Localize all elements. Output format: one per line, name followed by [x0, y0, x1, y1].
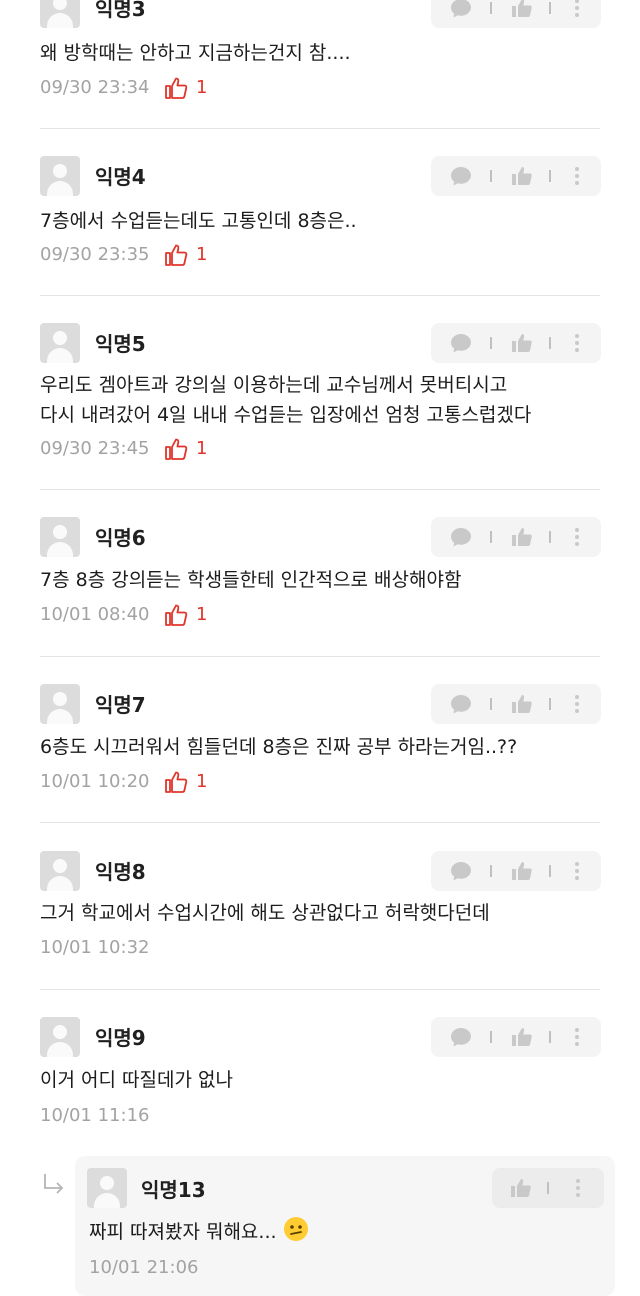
avatar[interactable]	[40, 851, 80, 891]
timestamp: 10/01 08:40	[40, 604, 150, 625]
comment-divider	[40, 822, 600, 823]
thumbs-up-icon[interactable]	[509, 1176, 533, 1200]
vertical-dots-icon[interactable]	[565, 164, 589, 188]
divider	[549, 531, 551, 543]
thumbs-up-icon[interactable]	[510, 1025, 534, 1049]
speech-bubble-icon[interactable]	[449, 0, 473, 20]
reply-text: 짜피 따져봤자 뭐해요...	[89, 1216, 309, 1251]
speech-bubble-icon[interactable]	[449, 859, 473, 883]
comment-text: 그거 학교에서 수업시간에 해도 상관없다고 허락햇다던데	[40, 902, 490, 924]
nickname: 익명3	[95, 0, 146, 21]
comment-actions	[431, 1017, 601, 1057]
vertical-dots-icon[interactable]	[565, 0, 589, 20]
thumbs-up-icon[interactable]	[510, 331, 534, 355]
nickname: 익명6	[95, 526, 146, 550]
like-count: 1	[196, 438, 208, 459]
speech-bubble-icon[interactable]	[449, 1025, 473, 1049]
vertical-dots-icon[interactable]	[565, 331, 589, 355]
like-count: 1	[196, 771, 208, 792]
timestamp: 10/01 10:32	[40, 937, 150, 958]
avatar[interactable]	[40, 323, 80, 363]
divider	[549, 2, 551, 14]
divider	[490, 531, 492, 543]
comment-actions	[492, 1168, 604, 1208]
avatar[interactable]	[87, 1168, 127, 1208]
comment-text: 우리도 겜아트과 강의실 이용하는데 교수님께서 못버티시고	[40, 374, 508, 396]
divider	[549, 698, 551, 710]
timestamp: 10/01 10:20	[40, 771, 150, 792]
nickname: 익명4	[95, 165, 146, 189]
confused-face-icon	[283, 1216, 309, 1251]
speech-bubble-icon[interactable]	[449, 331, 473, 355]
like-count: 1	[196, 244, 208, 265]
comment-text: 7층에서 수업듣는데도 고통인데 8층은..	[40, 210, 357, 232]
reply-box: 익명13 짜피 따져봤자 뭐해요... 10/01 21:06	[75, 1156, 615, 1296]
speech-bubble-icon[interactable]	[449, 525, 473, 549]
divider	[490, 1031, 492, 1043]
comment-divider	[40, 489, 600, 490]
timestamp: 10/01 11:16	[40, 1105, 150, 1126]
vertical-dots-icon[interactable]	[565, 859, 589, 883]
vertical-dots-icon[interactable]	[565, 525, 589, 549]
comment-actions	[431, 0, 601, 28]
divider	[549, 337, 551, 349]
nickname: 익명8	[95, 860, 146, 884]
like-count: 1	[196, 604, 208, 625]
avatar[interactable]	[40, 0, 80, 28]
divider	[549, 170, 551, 182]
heart-outline-icon	[163, 242, 193, 268]
avatar[interactable]	[40, 1017, 80, 1057]
vertical-dots-icon[interactable]	[566, 1176, 590, 1200]
divider	[490, 2, 492, 14]
divider	[490, 865, 492, 877]
thumbs-up-icon[interactable]	[510, 164, 534, 188]
comment-divider	[40, 656, 600, 657]
comment-text: 다시 내려갔어 4일 내내 수업듣는 입장에선 엄청 고통스럽겠다	[40, 404, 532, 426]
divider	[547, 1182, 549, 1194]
comment-actions	[431, 517, 601, 557]
nickname: 익명7	[95, 693, 146, 717]
divider	[549, 865, 551, 877]
avatar[interactable]	[40, 517, 80, 557]
reply-arrow-icon	[40, 1170, 68, 1198]
thumbs-up-icon[interactable]	[510, 0, 534, 20]
thumbs-up-icon[interactable]	[510, 525, 534, 549]
comment-actions	[431, 323, 601, 363]
vertical-dots-icon[interactable]	[565, 1025, 589, 1049]
timestamp: 10/01 21:06	[89, 1257, 199, 1278]
heart-outline-icon	[163, 75, 193, 101]
avatar[interactable]	[40, 156, 80, 196]
avatar[interactable]	[40, 684, 80, 724]
comment-text: 이거 어디 따질데가 없나	[40, 1069, 233, 1091]
comment-divider	[40, 128, 600, 129]
heart-outline-icon	[163, 602, 193, 628]
like-count: 1	[196, 77, 208, 98]
heart-outline-icon	[163, 769, 193, 795]
divider	[490, 170, 492, 182]
comment-text: 6층도 시끄러워서 힘들던데 8층은 진짜 공부 하라는거임..??	[40, 736, 518, 758]
timestamp: 09/30 23:34	[40, 77, 150, 98]
comment-actions	[431, 684, 601, 724]
comment-text: 7층 8층 강의듣는 학생들한테 인간적으로 배상해야함	[40, 569, 462, 591]
divider	[490, 337, 492, 349]
nickname: 익명5	[95, 332, 146, 356]
speech-bubble-icon[interactable]	[449, 692, 473, 716]
divider	[549, 1031, 551, 1043]
heart-outline-icon	[163, 436, 193, 462]
divider	[490, 698, 492, 710]
thumbs-up-icon[interactable]	[510, 692, 534, 716]
nickname: 익명9	[95, 1026, 146, 1050]
comment-actions	[431, 156, 601, 196]
comment-text: 왜 방학때는 안하고 지금하는건지 참....	[40, 42, 351, 64]
comment-divider	[40, 989, 600, 990]
timestamp: 09/30 23:45	[40, 438, 150, 459]
comment-divider	[40, 295, 600, 296]
thumbs-up-icon[interactable]	[510, 859, 534, 883]
timestamp: 09/30 23:35	[40, 244, 150, 265]
comment-actions	[431, 851, 601, 891]
nickname: 익명13	[141, 1178, 206, 1202]
speech-bubble-icon[interactable]	[449, 164, 473, 188]
vertical-dots-icon[interactable]	[565, 692, 589, 716]
